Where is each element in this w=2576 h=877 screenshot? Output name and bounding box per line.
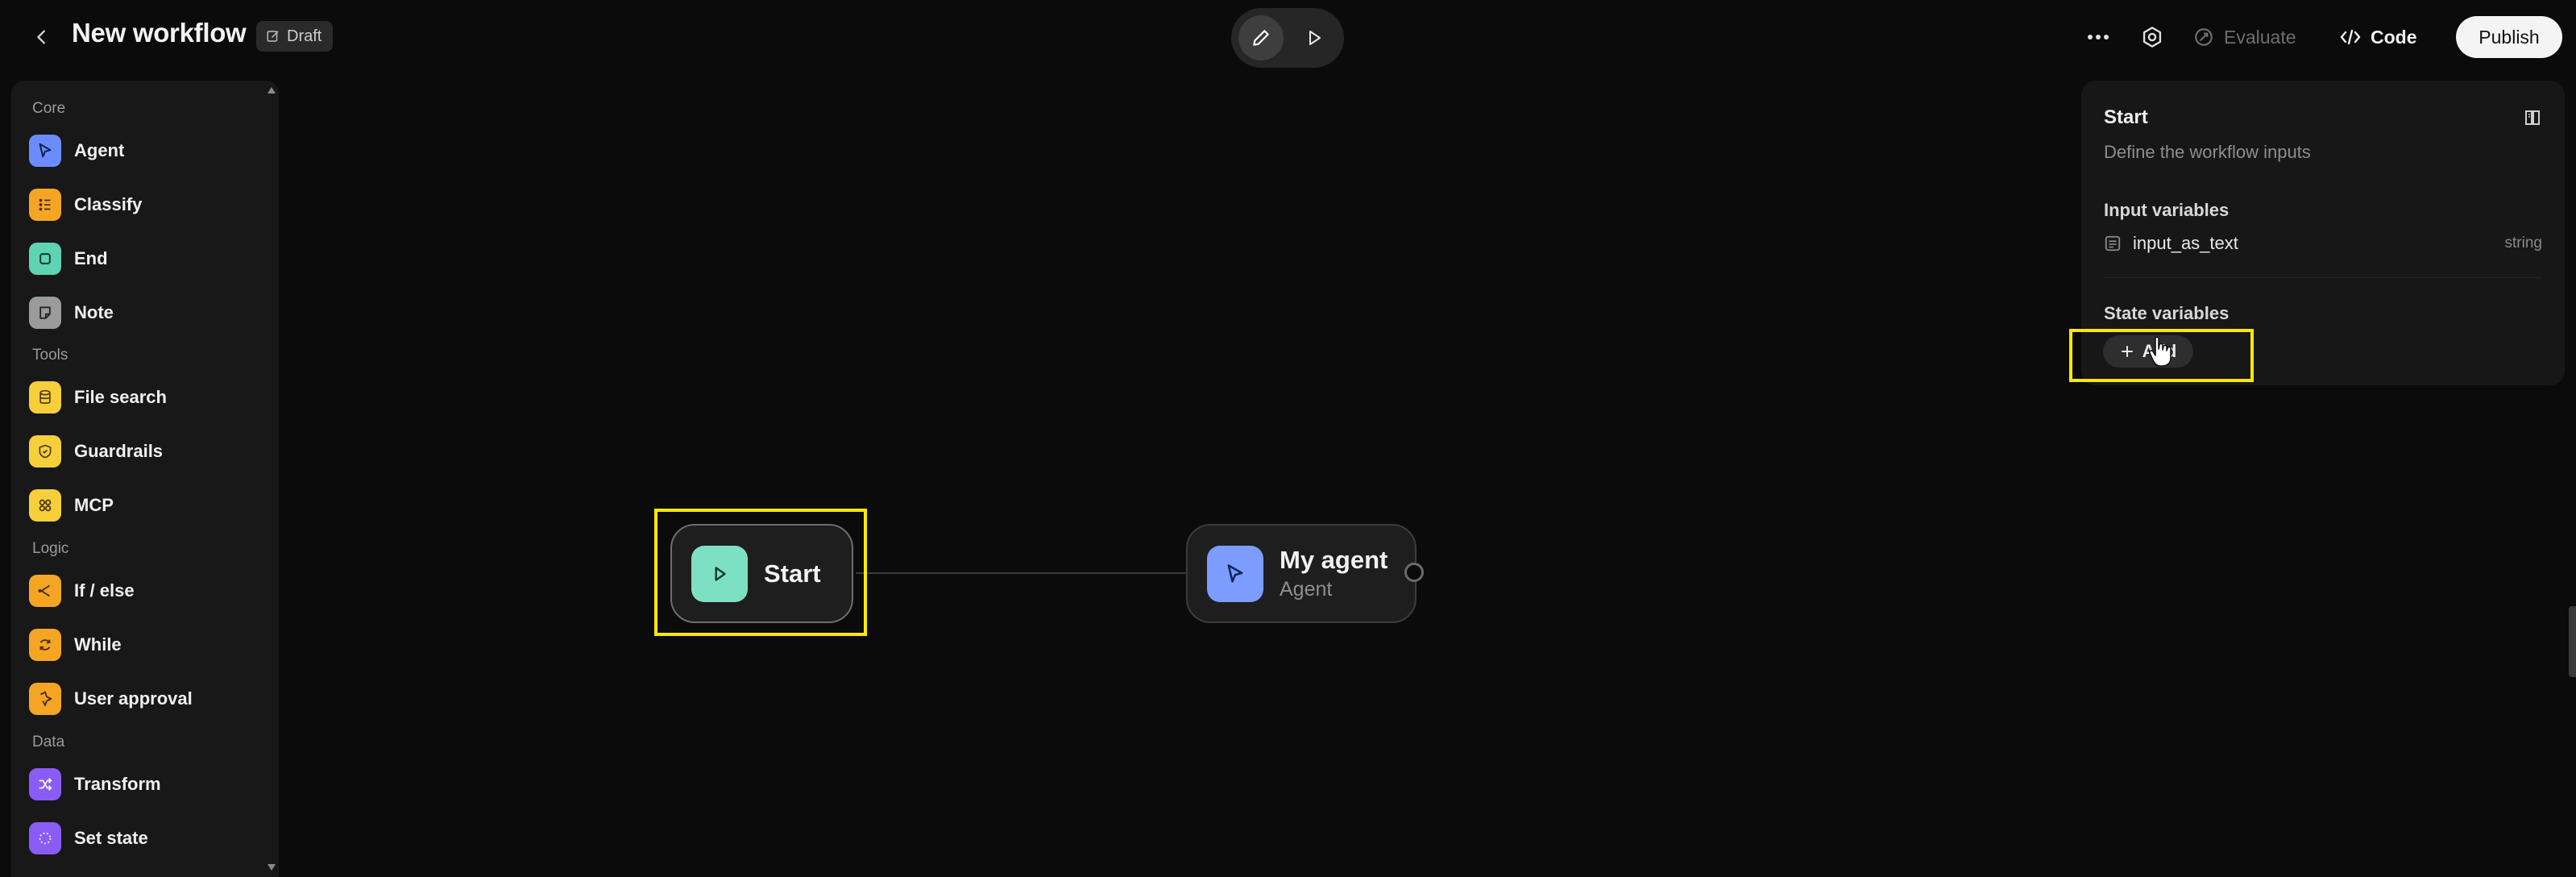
more-options-button[interactable]	[2079, 15, 2118, 60]
cursor-arrow-icon	[29, 135, 61, 167]
evaluate-button[interactable]: Evaluate	[2193, 15, 2296, 60]
input-variable-type: string	[2504, 235, 2542, 251]
panel-divider	[2104, 277, 2542, 278]
back-button[interactable]	[24, 19, 60, 55]
section-title-tools: Tools	[32, 347, 68, 364]
preview-mode-button[interactable]	[1292, 15, 1337, 60]
sidebar-item-note[interactable]: Note	[29, 293, 271, 333]
sidebar-item-classify[interactable]: Classify	[29, 185, 271, 225]
draft-badge: Draft	[256, 21, 334, 52]
sidebar-item-user-approval[interactable]: User approval	[29, 679, 271, 719]
gear-icon	[2143, 27, 2162, 48]
classify-icon	[29, 189, 61, 221]
code-icon	[2340, 29, 2361, 45]
loop-icon	[29, 629, 61, 661]
more-horizontal-icon	[2088, 35, 2109, 39]
play-icon	[1309, 31, 1321, 45]
text-variable-icon	[2105, 235, 2121, 251]
edit-square-icon	[267, 31, 279, 42]
workflow-title[interactable]: New workflow	[72, 18, 247, 48]
sidebar-item-label: Transform	[74, 774, 161, 794]
node-palette-sidebar: Core Agent Classify End Note Tools File …	[11, 81, 279, 877]
docs-button[interactable]	[2516, 102, 2549, 134]
sidebar-item-label: End	[74, 248, 108, 268]
sidebar-item-label: Set state	[74, 828, 148, 848]
agent-node[interactable]: My agent Agent	[1186, 524, 1417, 623]
settings-button[interactable]	[2133, 15, 2172, 60]
sidebar-item-label: Guardrails	[74, 441, 164, 461]
sidebar-item-end[interactable]: End	[29, 239, 271, 279]
state-variables-label: State variables	[2104, 303, 2230, 323]
hand-pointer-cursor-icon	[2149, 336, 2172, 367]
panel-title: Start	[2104, 106, 2148, 128]
edge-start-to-agent[interactable]	[856, 572, 1188, 574]
scroll-up-arrow-icon[interactable]	[266, 85, 277, 95]
sidebar-item-guardrails[interactable]: Guardrails	[29, 431, 271, 472]
agent-node-subtitle: Agent	[1280, 578, 1333, 601]
stop-square-icon	[29, 243, 61, 275]
dotted-circle-icon	[29, 822, 61, 854]
code-label: Code	[2371, 26, 2417, 48]
database-icon	[29, 381, 61, 414]
shield-icon	[29, 435, 61, 468]
note-icon	[29, 297, 61, 329]
sidebar-item-label: While	[74, 634, 122, 655]
book-icon	[2525, 110, 2540, 125]
input-variable-name: input_as_text	[2133, 233, 2238, 253]
sidebar-item-label: If / else	[74, 580, 135, 601]
branch-icon	[29, 575, 61, 607]
sidebar-item-label: MCP	[74, 495, 114, 515]
sidebar-item-if-else[interactable]: If / else	[29, 571, 271, 611]
mcp-icon	[29, 489, 61, 522]
sidebar-item-while[interactable]: While	[29, 625, 271, 665]
section-title-logic: Logic	[32, 540, 69, 557]
section-title-data: Data	[32, 734, 65, 750]
cursor-arrow-icon	[1207, 545, 1263, 602]
sidebar-item-transform[interactable]: Transform	[29, 764, 271, 804]
sidebar-item-label: Agent	[74, 140, 125, 160]
draft-label: Draft	[287, 27, 322, 45]
sidebar-item-set-state[interactable]: Set state	[29, 818, 271, 858]
top-bar: New workflow Draft Evaluate Code Publish	[0, 0, 2576, 74]
publish-button[interactable]: Publish	[2456, 16, 2562, 58]
start-node[interactable]: Start	[670, 524, 853, 623]
sidebar-item-label: File search	[74, 387, 167, 407]
evaluate-icon	[2195, 28, 2213, 46]
start-node-title: Start	[764, 559, 821, 588]
agent-output-port[interactable]	[1404, 563, 1424, 582]
pencil-icon	[1253, 30, 1269, 46]
approval-icon	[29, 683, 61, 715]
sidebar-item-label: Note	[74, 302, 114, 322]
sidebar-item-label: Classify	[74, 194, 143, 214]
sidebar-item-mcp[interactable]: MCP	[29, 485, 271, 526]
evaluate-label: Evaluate	[2224, 26, 2296, 48]
canvas-scroll-handle[interactable]	[2569, 606, 2576, 677]
sidebar-item-file-search[interactable]: File search	[29, 377, 271, 418]
shuffle-icon	[29, 768, 61, 800]
section-title-core: Core	[32, 100, 66, 117]
chevron-left-icon	[37, 30, 45, 44]
code-button[interactable]: Code	[2340, 15, 2417, 60]
play-icon	[691, 545, 748, 602]
scroll-down-arrow-icon[interactable]	[266, 862, 277, 872]
agent-node-title: My agent	[1280, 546, 1388, 574]
mode-toggle	[1231, 8, 1344, 68]
input-variable-row[interactable]: input_as_text string	[2104, 227, 2542, 260]
input-variables-label: Input variables	[2104, 200, 2230, 220]
panel-description: Define the workflow inputs	[2104, 142, 2311, 162]
sidebar-item-label: User approval	[74, 688, 193, 709]
edit-mode-button[interactable]	[1238, 15, 1284, 60]
sidebar-item-agent[interactable]: Agent	[29, 131, 271, 171]
